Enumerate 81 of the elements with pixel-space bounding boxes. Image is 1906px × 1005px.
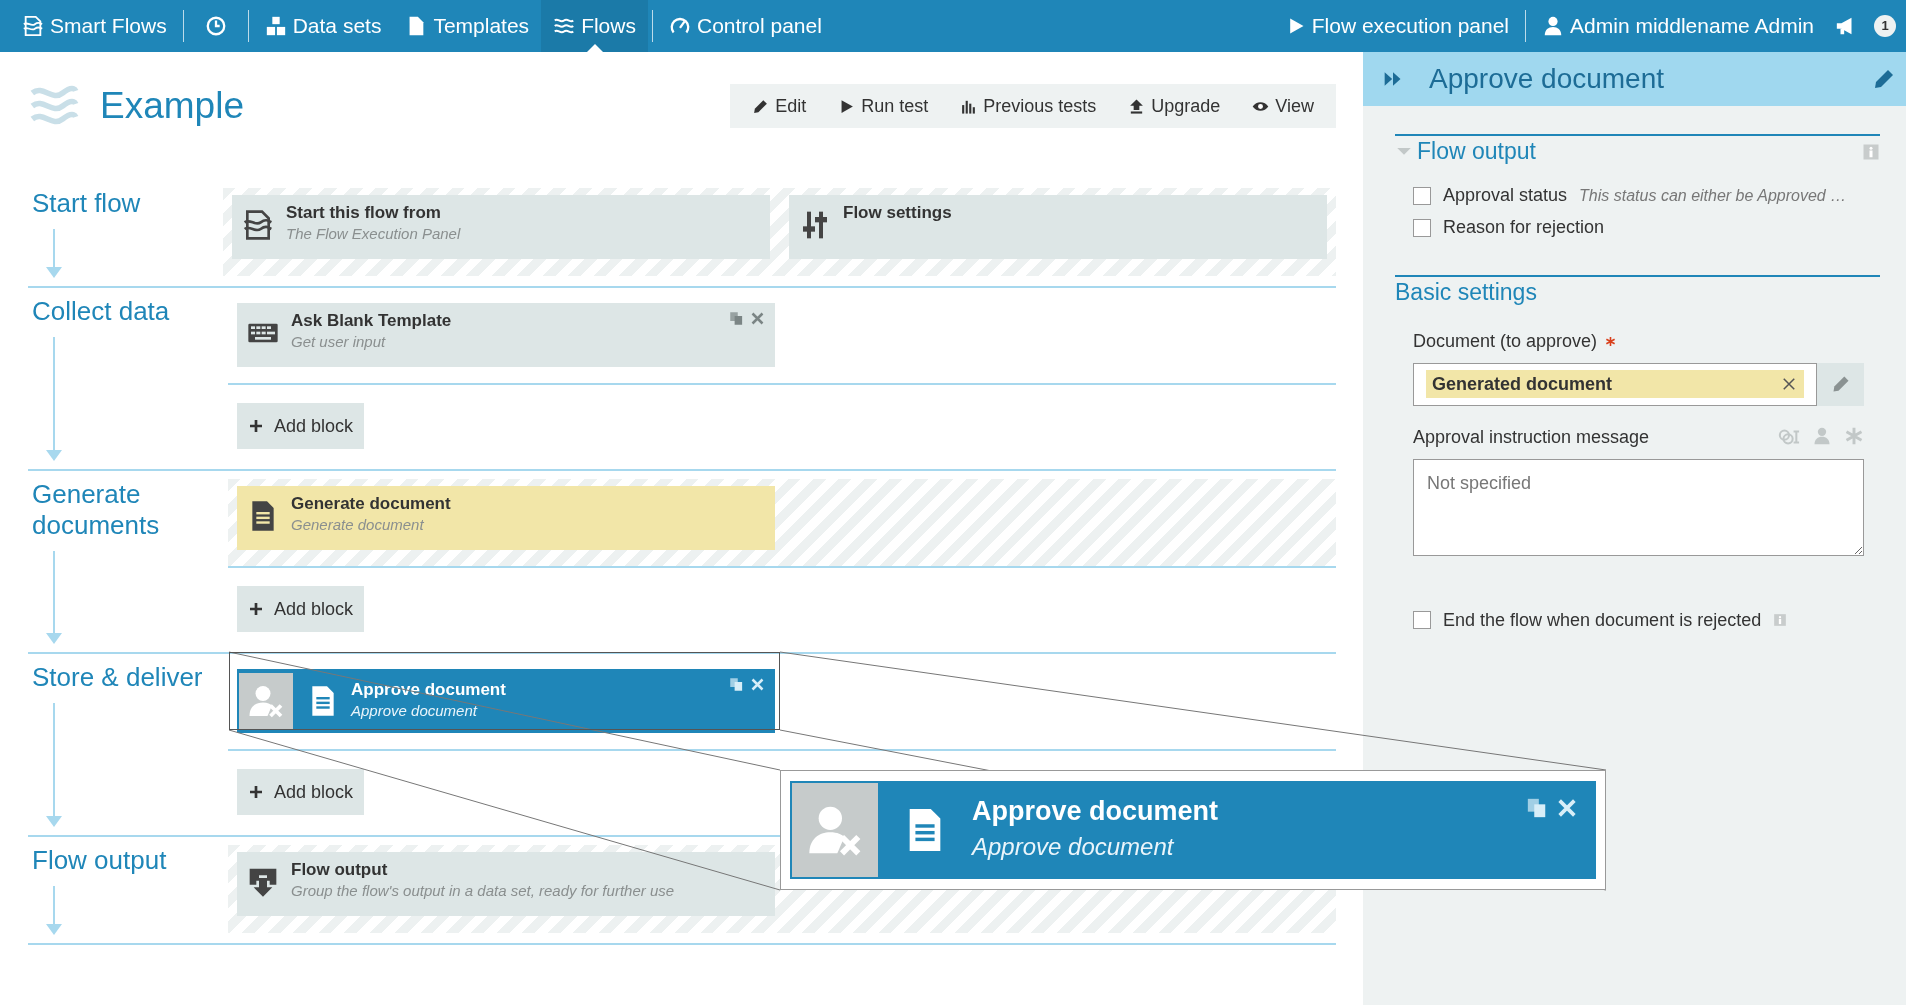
close-icon[interactable] [750, 311, 765, 326]
notification-count: 1 [1874, 15, 1896, 37]
user-remove-icon [248, 683, 284, 719]
toolbar-button[interactable]: Previous tests [944, 92, 1113, 120]
section-heading[interactable]: Flow output [1417, 138, 1536, 165]
flow-block[interactable]: Flow settings [789, 195, 1327, 259]
block-title: Generate document [291, 494, 451, 515]
clock-icon [204, 15, 227, 37]
toolbar-button[interactable]: Upgrade [1112, 92, 1237, 120]
nav-link[interactable]: Flows [541, 0, 648, 52]
block-subtitle: The Flow Execution Panel [286, 224, 461, 245]
block-subtitle: Approve document [972, 831, 1175, 862]
checkbox-label: Approval status [1443, 184, 1568, 208]
block-subtitle: Group the flow's output in a data set, ready for further use [291, 881, 675, 902]
flow-document-icon [242, 209, 274, 241]
plus-icon [248, 418, 264, 434]
page-title: Example [100, 84, 244, 129]
copy-icon[interactable] [729, 677, 744, 692]
document-field[interactable]: Generated document [1413, 362, 1817, 406]
plus-icon [248, 784, 264, 800]
checkbox-label: End the flow when document is rejected [1443, 608, 1762, 632]
block-title: Flow output [291, 860, 389, 881]
download-box-icon [247, 866, 279, 898]
upload-icon [1128, 97, 1146, 115]
block-subtitle: Approve document [351, 700, 479, 721]
checkbox[interactable] [1413, 611, 1431, 630]
checkbox-label: Reason for rejection [1443, 216, 1605, 240]
flow-arrow [46, 886, 62, 935]
field-label: Approval instruction message [1413, 425, 1650, 449]
pencil-icon [752, 97, 770, 115]
section-title: Flow output [31, 845, 168, 877]
block-subtitle: Generate document [291, 515, 425, 536]
panel-title: Approve document [1429, 62, 1665, 96]
flow-block[interactable]: Flow output Group the flow's output in a data set, ready for further use [237, 852, 775, 916]
toolbar-button[interactable]: View [1236, 92, 1330, 120]
user-menu[interactable]: Admin middlename Admin [1530, 0, 1826, 52]
nav-link[interactable]: Control panel [656, 0, 834, 52]
checkbox[interactable] [1413, 218, 1431, 237]
flow-block[interactable]: Ask Blank Template Get user input [237, 303, 775, 367]
user-icon[interactable] [1812, 426, 1832, 447]
block-subtitle: Get user input [291, 332, 387, 353]
block-title: Start this flow from [286, 203, 442, 224]
edit-button[interactable] [1817, 362, 1864, 406]
field-label: Document (to approve) [1413, 329, 1598, 353]
block-title: Approve document [972, 795, 1219, 829]
section-title: Generate documents [31, 479, 161, 542]
close-icon [1556, 797, 1578, 819]
flow-block[interactable]: Start this flow from The Flow Execution Panel [232, 195, 770, 259]
block-title: Flow settings [843, 203, 952, 224]
toolbar-button[interactable]: Run test [822, 92, 945, 120]
field-hint: This status can either be Approved … [1579, 185, 1847, 206]
copy-icon[interactable] [729, 311, 744, 326]
section-title: Collect data [31, 296, 171, 328]
copy-icon [1526, 797, 1548, 819]
toolbar-button[interactable]: Edit [736, 92, 823, 120]
section-title: Start flow [31, 188, 142, 220]
plus-icon [248, 601, 264, 617]
section-heading: Basic settings [1395, 279, 1537, 306]
block-title: Approve document [351, 679, 506, 700]
add-block-button[interactable]: Add block [237, 769, 365, 815]
flows-logo-icon [22, 15, 44, 37]
document-token: Generated document [1426, 370, 1804, 399]
brand-link[interactable]: Smart Flows [10, 0, 179, 52]
pencil-icon [1830, 374, 1851, 395]
flow-block[interactable]: Generate document Generate document [237, 486, 775, 550]
execution-panel-link[interactable]: Flow execution panel [1273, 0, 1522, 52]
block-title: Ask Blank Template [291, 311, 452, 332]
info-icon [1862, 142, 1880, 161]
add-block-button[interactable]: Add block [237, 586, 365, 632]
flow-block[interactable]: Approve document Approve document [237, 669, 775, 733]
section-title: Store & deliver [31, 662, 204, 694]
flow-arrow [46, 229, 62, 278]
message-field[interactable]: Not specified [1413, 458, 1864, 556]
boxes-icon [264, 15, 287, 37]
required-icon [1605, 335, 1617, 347]
asterisk-icon[interactable] [1844, 426, 1864, 447]
info-icon [1773, 613, 1788, 628]
add-block-button[interactable]: Add block [237, 403, 365, 449]
checkbox[interactable] [1413, 186, 1431, 205]
nav-link[interactable]: Data sets [252, 0, 394, 52]
nav-link[interactable]: Templates [393, 0, 542, 52]
